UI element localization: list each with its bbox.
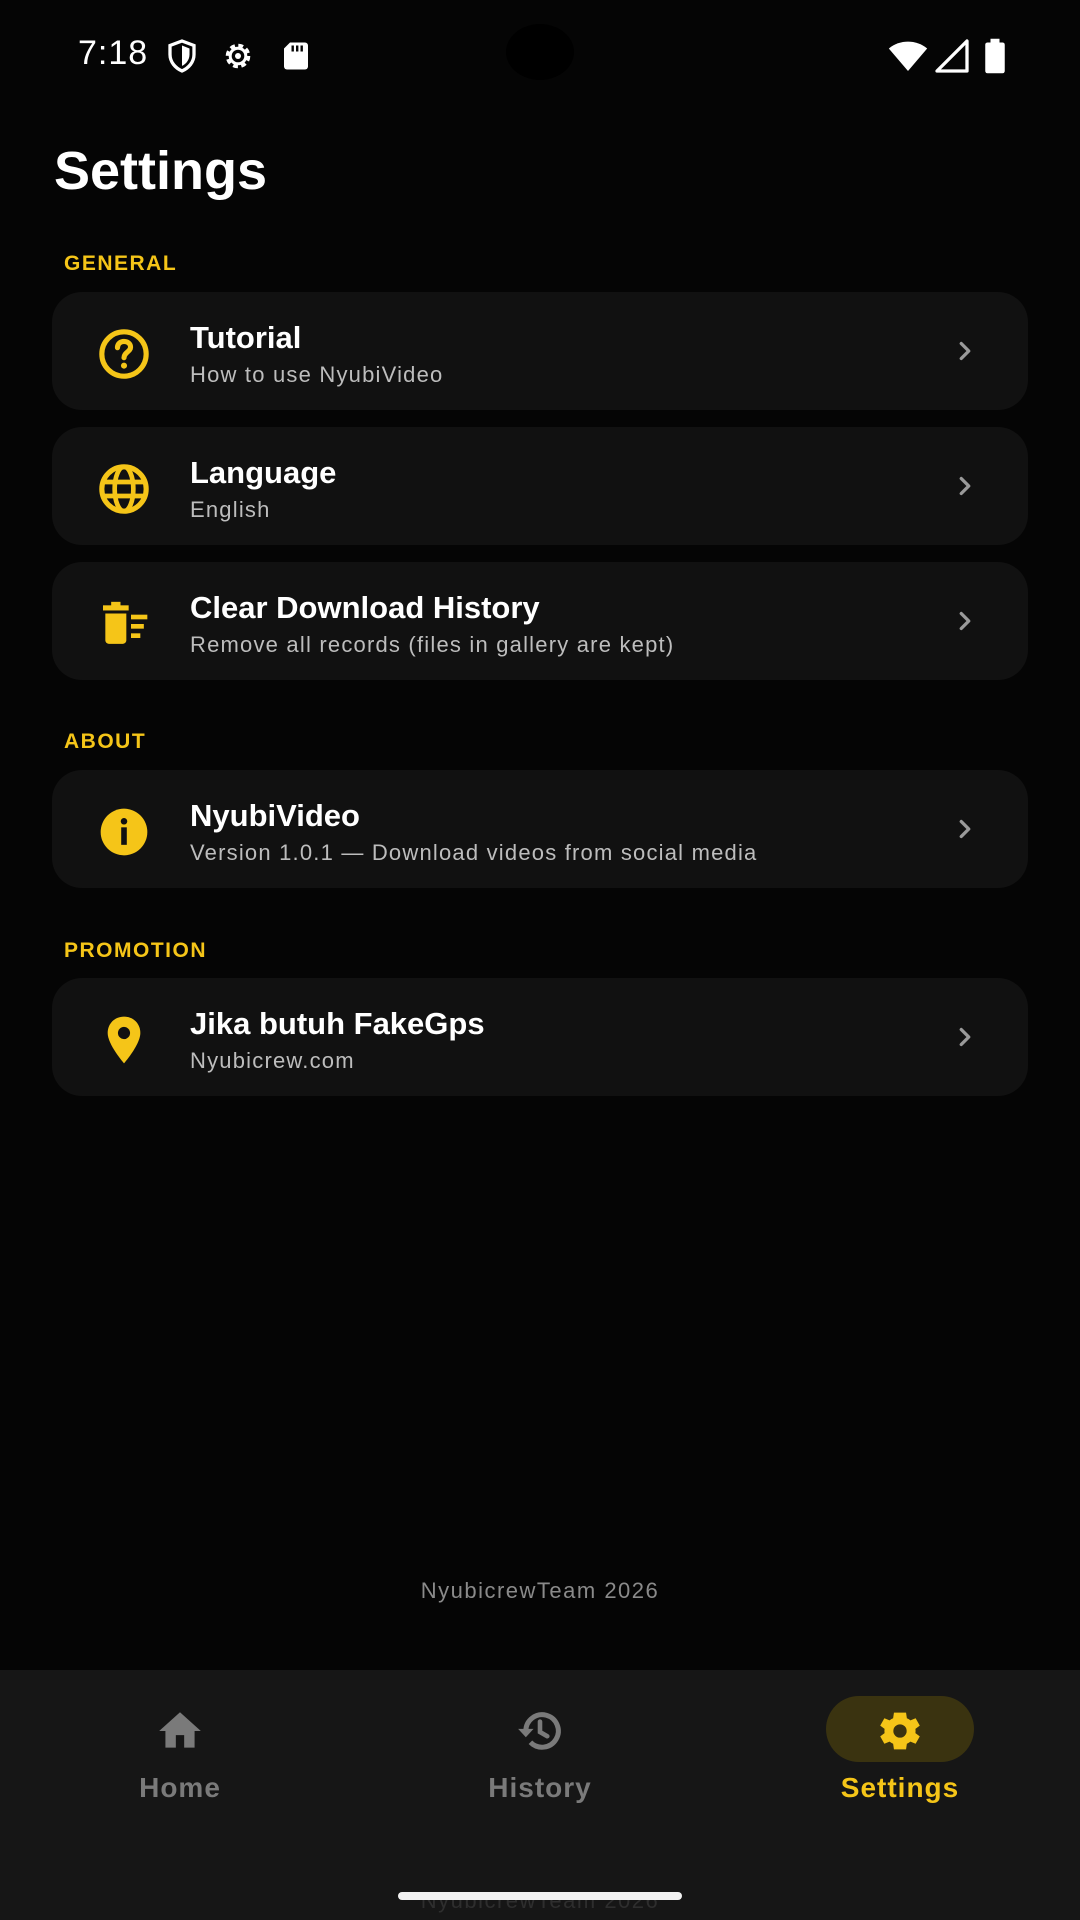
status-bar: 7:18 [0, 0, 1080, 110]
globe-icon [96, 461, 152, 517]
settings-item-title: NyubiVideo [190, 798, 360, 833]
settings-item-title: Jika butuh FakeGps [190, 1006, 485, 1041]
shield-icon [168, 39, 196, 73]
sd-card-icon [284, 42, 308, 70]
delete-sweep-icon [96, 596, 152, 652]
nav-item-settings[interactable]: Settings [720, 1670, 1080, 1810]
status-time: 7:18 [78, 34, 149, 72]
settings-item-app-info[interactable]: NyubiVideo Version 1.0.1 — Download vide… [52, 770, 1028, 888]
chevron-right-icon [959, 341, 971, 361]
home-icon [159, 1712, 201, 1748]
settings-item-language[interactable]: Language English [52, 427, 1028, 545]
settings-item-subtitle: English [190, 497, 271, 522]
settings-item-title: Tutorial [190, 320, 302, 355]
settings-status-icon [225, 43, 251, 69]
gear-icon [880, 1712, 920, 1750]
info-icon [96, 804, 152, 860]
section-label-promotion: PROMOTION [64, 939, 207, 962]
settings-item-tutorial[interactable]: Tutorial How to use NyubiVideo [52, 292, 1028, 410]
nav-label: Settings [840, 1772, 960, 1803]
bottom-navigation: Home History Settings [0, 1670, 1080, 1920]
camera-cutout [506, 24, 574, 80]
page-title: Settings [54, 141, 268, 201]
nav-label: Home [139, 1772, 221, 1803]
settings-item-title: Clear Download History [190, 590, 540, 625]
settings-item-subtitle: Nyubicrew.com [190, 1048, 355, 1073]
settings-item-title: Language [190, 455, 337, 490]
settings-item-subtitle: How to use NyubiVideo [190, 362, 444, 387]
section-label-general: GENERAL [64, 252, 178, 275]
nav-label: History [488, 1772, 592, 1803]
settings-item-subtitle: Version 1.0.1 — Download videos from soc… [190, 840, 758, 865]
settings-item-promotion[interactable]: Jika butuh FakeGps Nyubicrew.com [52, 978, 1028, 1096]
chevron-right-icon [959, 611, 971, 631]
settings-item-clear-history[interactable]: Clear Download History Remove all record… [52, 562, 1028, 680]
chevron-right-icon [959, 819, 971, 839]
settings-item-subtitle: Remove all records (files in gallery are… [190, 632, 675, 657]
location-pin-icon [96, 1012, 152, 1068]
battery-icon [985, 38, 1005, 74]
nav-item-history[interactable]: History [360, 1670, 720, 1810]
home-indicator[interactable] [398, 1892, 682, 1900]
nav-item-home[interactable]: Home [0, 1670, 360, 1810]
help-circle-icon [96, 326, 152, 382]
wifi-icon [888, 41, 928, 71]
footer-credit: NyubicrewTeam 2026 [420, 1578, 660, 1603]
history-icon [518, 1712, 561, 1750]
chevron-right-icon [959, 1027, 971, 1047]
cellular-signal-icon [935, 39, 969, 73]
section-label-about: ABOUT [64, 730, 147, 753]
chevron-right-icon [959, 476, 971, 496]
